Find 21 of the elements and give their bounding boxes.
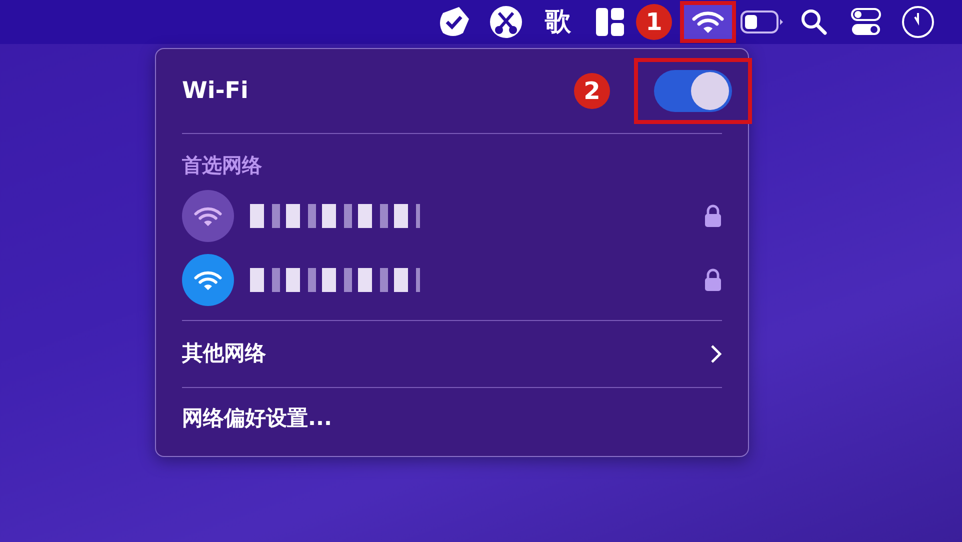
wifi-icon: [692, 10, 724, 34]
step-badge: 1: [636, 4, 672, 40]
control-center-icon[interactable]: [851, 8, 881, 36]
step-badge: 2: [574, 73, 610, 109]
scissors-icon[interactable]: [489, 5, 523, 39]
wifi-icon: [194, 206, 222, 226]
clock-icon[interactable]: [901, 5, 935, 39]
lyrics-menu-item[interactable]: 歌: [545, 2, 571, 42]
section-header: 首选网络: [182, 153, 262, 177]
network-signal-badge[interactable]: [182, 254, 234, 306]
wifi-title: Wi-Fi: [182, 76, 248, 106]
battery-icon: [740, 10, 784, 34]
wifi-toggle[interactable]: [654, 70, 732, 112]
network-signal-badge[interactable]: [182, 190, 234, 242]
window-layout-icon[interactable]: [595, 7, 625, 37]
chevron-right-icon: [710, 344, 722, 364]
network-preferences-item[interactable]: 网络偏好设置...: [182, 403, 332, 435]
search-icon[interactable]: [800, 8, 828, 36]
wifi-menu-button[interactable]: [680, 1, 736, 43]
wifi-icon: [194, 270, 222, 290]
other-networks-item[interactable]: 其他网络: [182, 338, 266, 370]
